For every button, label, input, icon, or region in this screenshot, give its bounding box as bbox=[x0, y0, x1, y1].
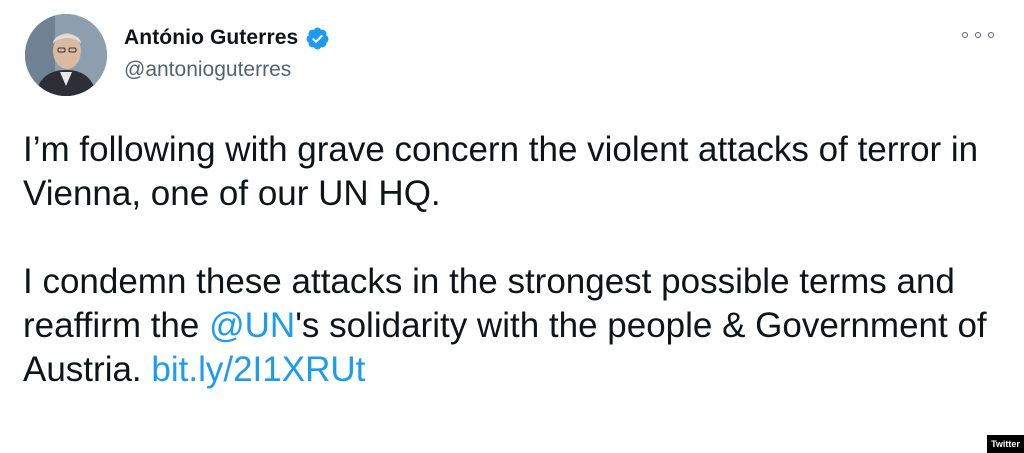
more-options-icon[interactable] bbox=[962, 28, 994, 42]
mention-link[interactable]: @UN bbox=[209, 306, 295, 345]
url-link[interactable]: bit.ly/2I1XRUt bbox=[151, 350, 365, 389]
source-badge: Twitter bbox=[987, 435, 1024, 453]
tweet-paragraph: I condemn these attacks in the strongest… bbox=[23, 260, 1003, 392]
author-display-name[interactable]: António Guterres bbox=[124, 26, 298, 50]
more-dot-icon bbox=[988, 32, 994, 38]
tweet-text: I’m following with grave concern the vio… bbox=[23, 128, 1003, 392]
verified-badge-icon bbox=[305, 26, 330, 51]
author-name-row: António Guterres bbox=[124, 22, 330, 54]
avatar[interactable] bbox=[25, 14, 107, 96]
tweet-paragraph: I’m following with grave concern the vio… bbox=[23, 130, 979, 213]
more-dot-icon bbox=[962, 32, 968, 38]
more-dot-icon bbox=[975, 32, 981, 38]
author-handle[interactable]: @antonioguterres bbox=[124, 58, 291, 82]
